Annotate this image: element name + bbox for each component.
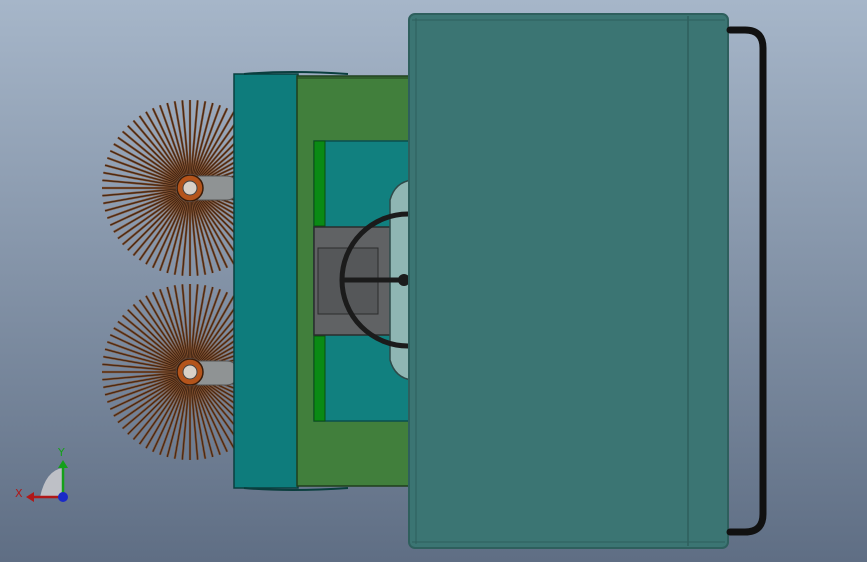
y-axis-label: Y — [57, 446, 65, 459]
cabin-rail-lower — [313, 335, 326, 422]
cad-viewport[interactable]: X Y — [0, 0, 867, 562]
brush-hub-bottom — [176, 358, 204, 386]
cabin-rail-upper — [313, 140, 326, 227]
z-axis-dot — [58, 492, 68, 502]
debris-hopper[interactable] — [408, 13, 729, 549]
brush-hub-top — [176, 174, 204, 202]
front-bumper[interactable] — [233, 73, 299, 489]
x-axis-label: X — [15, 487, 23, 500]
model-canvas[interactable]: X Y — [0, 0, 867, 562]
